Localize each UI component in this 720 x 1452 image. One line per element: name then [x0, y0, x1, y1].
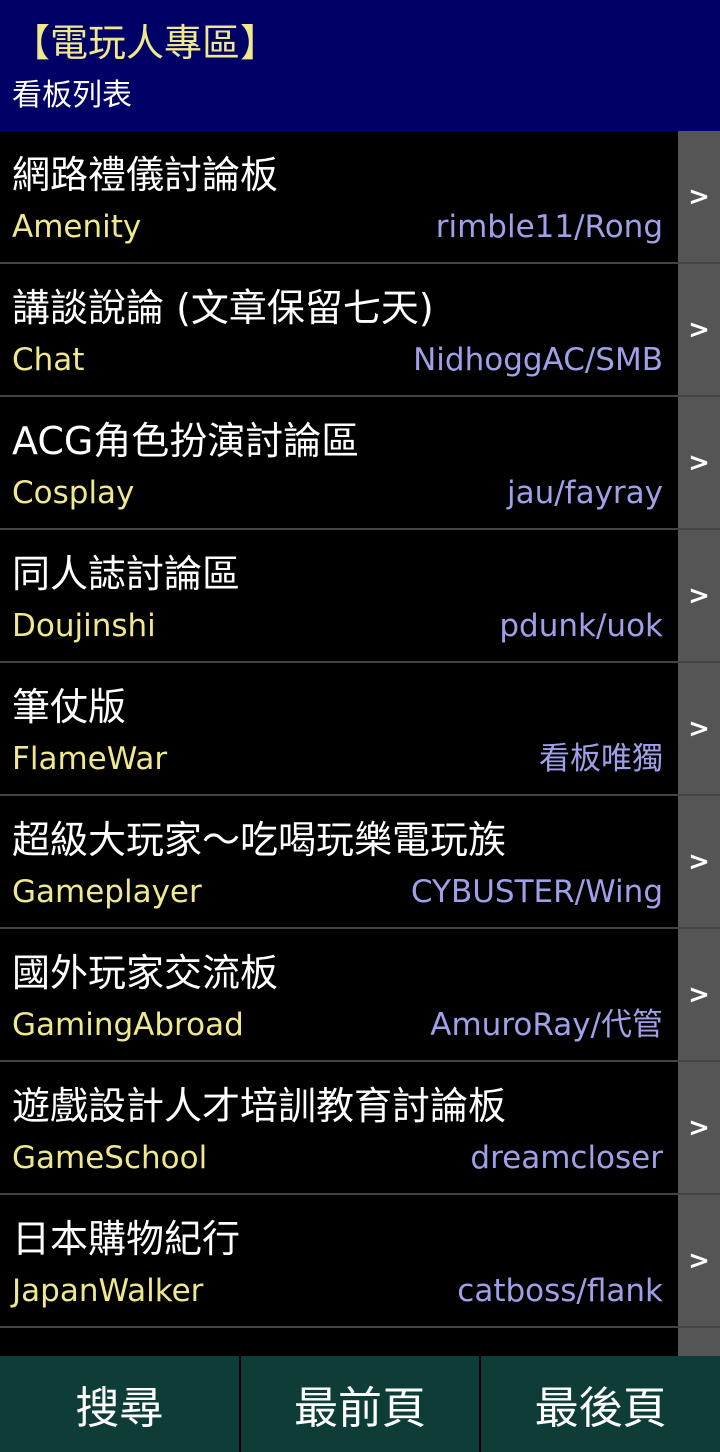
board-name: FlameWar: [12, 741, 168, 777]
board-name: Cosplay: [12, 475, 135, 511]
chevron-right-icon[interactable]: >: [678, 397, 720, 528]
chevron-right-icon[interactable]: >: [678, 264, 720, 395]
board-moderators: pdunk/uok: [499, 608, 663, 644]
board-row-gamingabroad[interactable]: 國外玩家交流板 GamingAbroad AmuroRay/代管 >: [0, 929, 720, 1062]
chevron-right-icon[interactable]: >: [678, 530, 720, 661]
board-row-doujinshi[interactable]: 同人誌討論區 Doujinshi pdunk/uok >: [0, 530, 720, 663]
board-name: Amenity: [12, 209, 142, 245]
board-title: 網路禮儀討論板: [12, 153, 279, 197]
chevron-right-icon[interactable]: >: [678, 1062, 720, 1193]
board-list: 網路禮儀討論板 Amenity rimble11/Rong > 講談說論 (文章…: [0, 131, 720, 1356]
board-row-flamewar[interactable]: 筆仗版 FlameWar 看板唯獨 >: [0, 663, 720, 796]
board-moderators: 看板唯獨: [539, 741, 663, 777]
board-moderators: catboss/flank: [457, 1273, 663, 1309]
board-name: Gameplayer: [12, 874, 202, 910]
page-subtitle: 看板列表: [12, 78, 132, 113]
board-moderators: rimble11/Rong: [435, 209, 663, 245]
board-moderators: CYBUSTER/Wing: [410, 874, 663, 910]
board-title: 筆仗版: [12, 685, 127, 729]
board-row-gameschool[interactable]: 遊戲設計人才培訓教育討論板 GameSchool dreamcloser >: [0, 1062, 720, 1195]
chevron-right-icon[interactable]: >: [678, 1195, 720, 1326]
board-moderators: dreamcloser: [470, 1140, 663, 1176]
first-page-button[interactable]: 最前頁: [241, 1356, 482, 1452]
board-row-gameplayer[interactable]: 超級大玩家～吃喝玩樂電玩族 Gameplayer CYBUSTER/Wing >: [0, 796, 720, 929]
board-row-partial[interactable]: [0, 1328, 720, 1356]
chevron-right-icon[interactable]: >: [678, 796, 720, 927]
bottom-toolbar: 搜尋 最前頁 最後頁: [0, 1356, 720, 1452]
board-name: GamingAbroad: [12, 1007, 244, 1043]
board-title: ACG角色扮演討論區: [12, 419, 360, 463]
board-name: Doujinshi: [12, 608, 156, 644]
search-button[interactable]: 搜尋: [0, 1356, 241, 1452]
chevron-right-icon[interactable]: >: [678, 131, 720, 262]
board-name: JapanWalker: [12, 1273, 204, 1309]
board-title: 超級大玩家～吃喝玩樂電玩族: [12, 818, 507, 862]
board-title: 同人誌討論區: [12, 552, 241, 596]
board-title: 日本購物紀行: [12, 1217, 241, 1261]
board-row-cosplay[interactable]: ACG角色扮演討論區 Cosplay jau/fayray >: [0, 397, 720, 530]
chevron-right-icon[interactable]: >: [678, 929, 720, 1060]
board-name: GameSchool: [12, 1140, 208, 1176]
last-page-button[interactable]: 最後頁: [481, 1356, 720, 1452]
board-title: 國外玩家交流板: [12, 951, 279, 995]
app-header: 【電玩人專區】 看板列表: [0, 0, 720, 131]
row-arrow-background: [678, 1328, 720, 1356]
chevron-right-icon[interactable]: >: [678, 663, 720, 794]
board-row-amenity[interactable]: 網路禮儀討論板 Amenity rimble11/Rong >: [0, 131, 720, 264]
board-moderators: AmuroRay/代管: [430, 1007, 663, 1043]
board-moderators: jau/fayray: [506, 475, 663, 511]
board-moderators: NidhoggAC/SMB: [413, 342, 663, 378]
category-title: 【電玩人專區】: [12, 21, 279, 65]
board-row-japanwalker[interactable]: 日本購物紀行 JapanWalker catboss/flank >: [0, 1195, 720, 1328]
board-name: Chat: [12, 342, 85, 378]
board-row-chat[interactable]: 講談說論 (文章保留七天) Chat NidhoggAC/SMB >: [0, 264, 720, 397]
board-title: 遊戲設計人才培訓教育討論板: [12, 1084, 507, 1128]
board-title: 講談說論 (文章保留七天): [12, 286, 434, 330]
